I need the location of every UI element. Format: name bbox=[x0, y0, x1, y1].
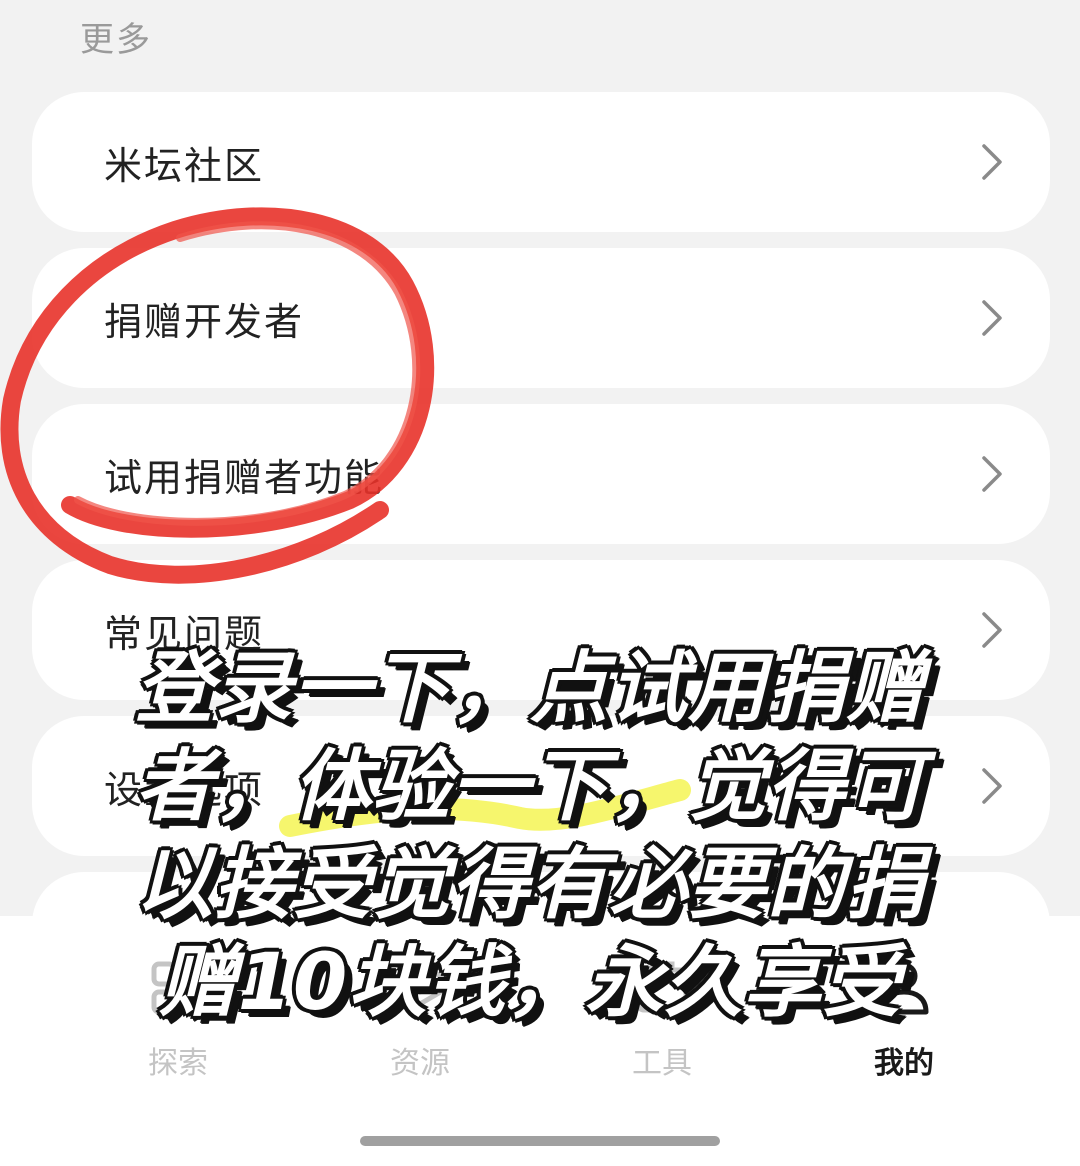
menu-item-label: 米坛社区 bbox=[104, 143, 265, 188]
menu-item-trial-donor-features[interactable]: 试用捐赠者功能 bbox=[32, 404, 1050, 544]
chevron-right-icon bbox=[982, 300, 1002, 336]
menu-item-label: 试用捐赠者功能 bbox=[104, 455, 385, 500]
home-indicator[interactable] bbox=[360, 1136, 720, 1146]
chevron-right-icon bbox=[982, 144, 1002, 180]
nav-label: 我的 bbox=[874, 1046, 934, 1081]
chevron-right-icon bbox=[982, 456, 1002, 492]
menu-item-label: 捐赠开发者 bbox=[104, 299, 305, 344]
chevron-right-icon bbox=[982, 768, 1002, 804]
nav-label: 资源 bbox=[390, 1046, 450, 1081]
overlay-caption: 登录一下，点试用捐赠者，体验一下，觉得可以接受觉得有必要的捐赠10块钱，永久享受 bbox=[134, 644, 925, 1028]
menu-item-mitan-community[interactable]: 米坛社区 bbox=[32, 92, 1050, 232]
nav-label: 工具 bbox=[632, 1046, 692, 1081]
section-title: 更多 bbox=[80, 20, 152, 60]
menu-item-donate-developer[interactable]: 捐赠开发者 bbox=[32, 248, 1050, 388]
nav-label: 探索 bbox=[148, 1046, 208, 1081]
chevron-right-icon bbox=[982, 612, 1002, 648]
